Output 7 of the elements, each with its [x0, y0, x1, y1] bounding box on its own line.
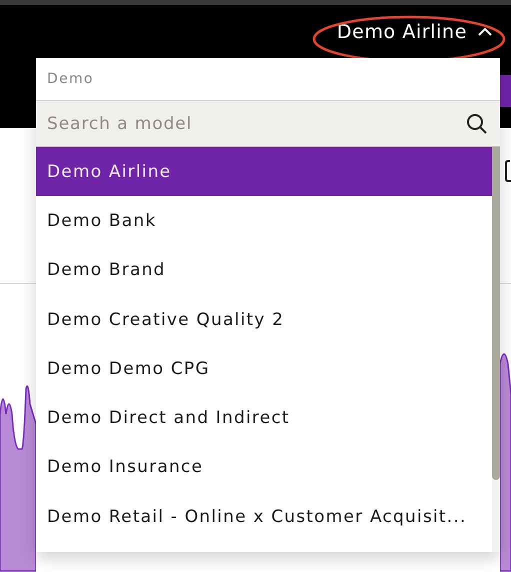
search-icon[interactable] [466, 113, 488, 135]
scrollbar-thumb[interactable] [492, 147, 500, 480]
model-option[interactable]: Demo Airline [36, 147, 492, 196]
scrollbar[interactable] [492, 147, 500, 552]
side-button[interactable] [500, 75, 511, 107]
search-field[interactable]: Search a model [36, 101, 500, 146]
chevron-up-icon [477, 27, 493, 37]
